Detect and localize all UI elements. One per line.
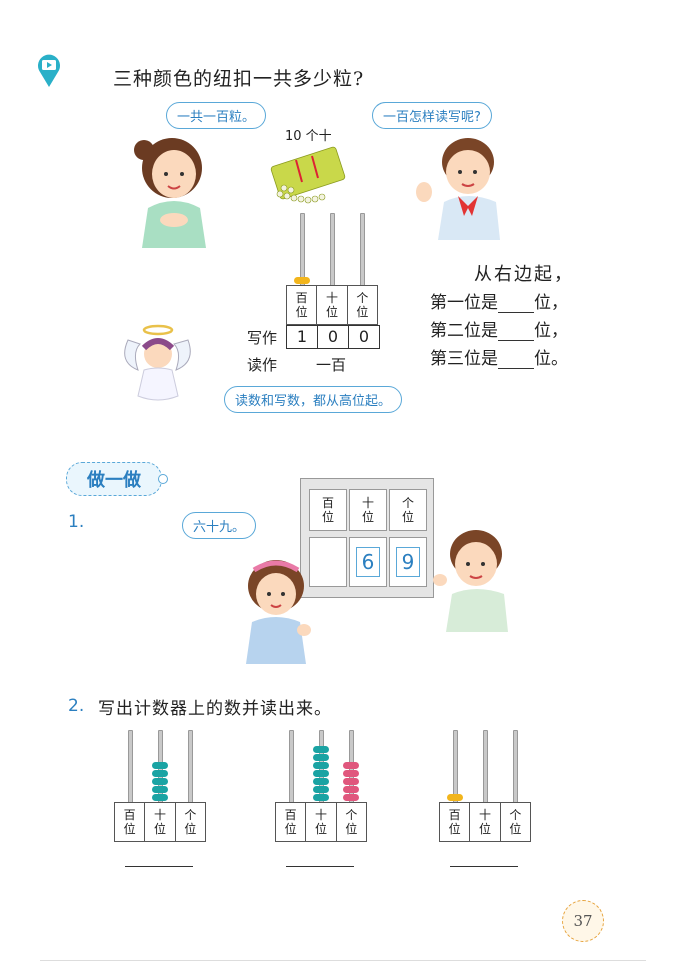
abacus-2-ones-bead — [343, 762, 359, 769]
abacus-3-hundreds-label: 百 位 — [440, 803, 471, 841]
abacus-1-tens-bead — [152, 786, 168, 793]
abacus-2-place-box: 百 位十 位个 位 — [275, 802, 367, 842]
abacus-3-hundreds-rod — [453, 730, 458, 804]
abacus-1-tens-bead — [152, 778, 168, 785]
abacus-group: 百 位十 位个 位百 位十 位个 位百 位十 位个 位 — [0, 0, 686, 968]
abacus-2-tens-bead — [313, 794, 329, 801]
abacus-2-ones-bead — [343, 770, 359, 777]
abacus-2-ones-label: 个 位 — [345, 808, 358, 836]
abacus-1-hundreds-label: 百 位 — [115, 803, 146, 841]
answer-line-2[interactable] — [286, 866, 354, 867]
abacus-2-hundreds-rod — [289, 730, 294, 804]
page-number-badge: 37 — [562, 900, 604, 942]
abacus-3-ones-rod — [513, 730, 518, 804]
abacus-2-tens-bead — [313, 778, 329, 785]
abacus-1-ones-rod — [188, 730, 193, 804]
abacus-1-tens-bead — [152, 770, 168, 777]
abacus-2-ones-bead — [343, 778, 359, 785]
abacus-3-place-box: 百 位十 位个 位 — [439, 802, 531, 842]
abacus-3-ones-label: 个 位 — [509, 808, 522, 836]
abacus-1-ones-label: 个 位 — [184, 808, 197, 836]
footer-rule — [40, 960, 646, 961]
abacus-2-ones-bead — [343, 786, 359, 793]
page-number: 37 — [573, 912, 593, 930]
answer-line-1[interactable] — [125, 866, 193, 867]
abacus-2-tens-label: 十 位 — [306, 803, 337, 841]
abacus-2-tens-bead — [313, 762, 329, 769]
abacus-2-tens-bead — [313, 786, 329, 793]
abacus-1-place-box: 百 位十 位个 位 — [114, 802, 206, 842]
abacus-3-tens-label: 十 位 — [470, 803, 501, 841]
abacus-1-tens-bead — [152, 762, 168, 769]
abacus-1-tens-label: 十 位 — [145, 803, 176, 841]
abacus-3-tens-rod — [483, 730, 488, 804]
abacus-2-tens-bead — [313, 746, 329, 753]
abacus-2-tens-bead — [313, 754, 329, 761]
answer-line-3[interactable] — [450, 866, 518, 867]
abacus-1-hundreds-rod — [128, 730, 133, 804]
abacus-2-tens-bead — [313, 770, 329, 777]
abacus-3-hundreds-bead — [447, 794, 463, 801]
abacus-2-hundreds-label: 百 位 — [276, 803, 307, 841]
abacus-1-tens-bead — [152, 794, 168, 801]
abacus-2-ones-bead — [343, 794, 359, 801]
